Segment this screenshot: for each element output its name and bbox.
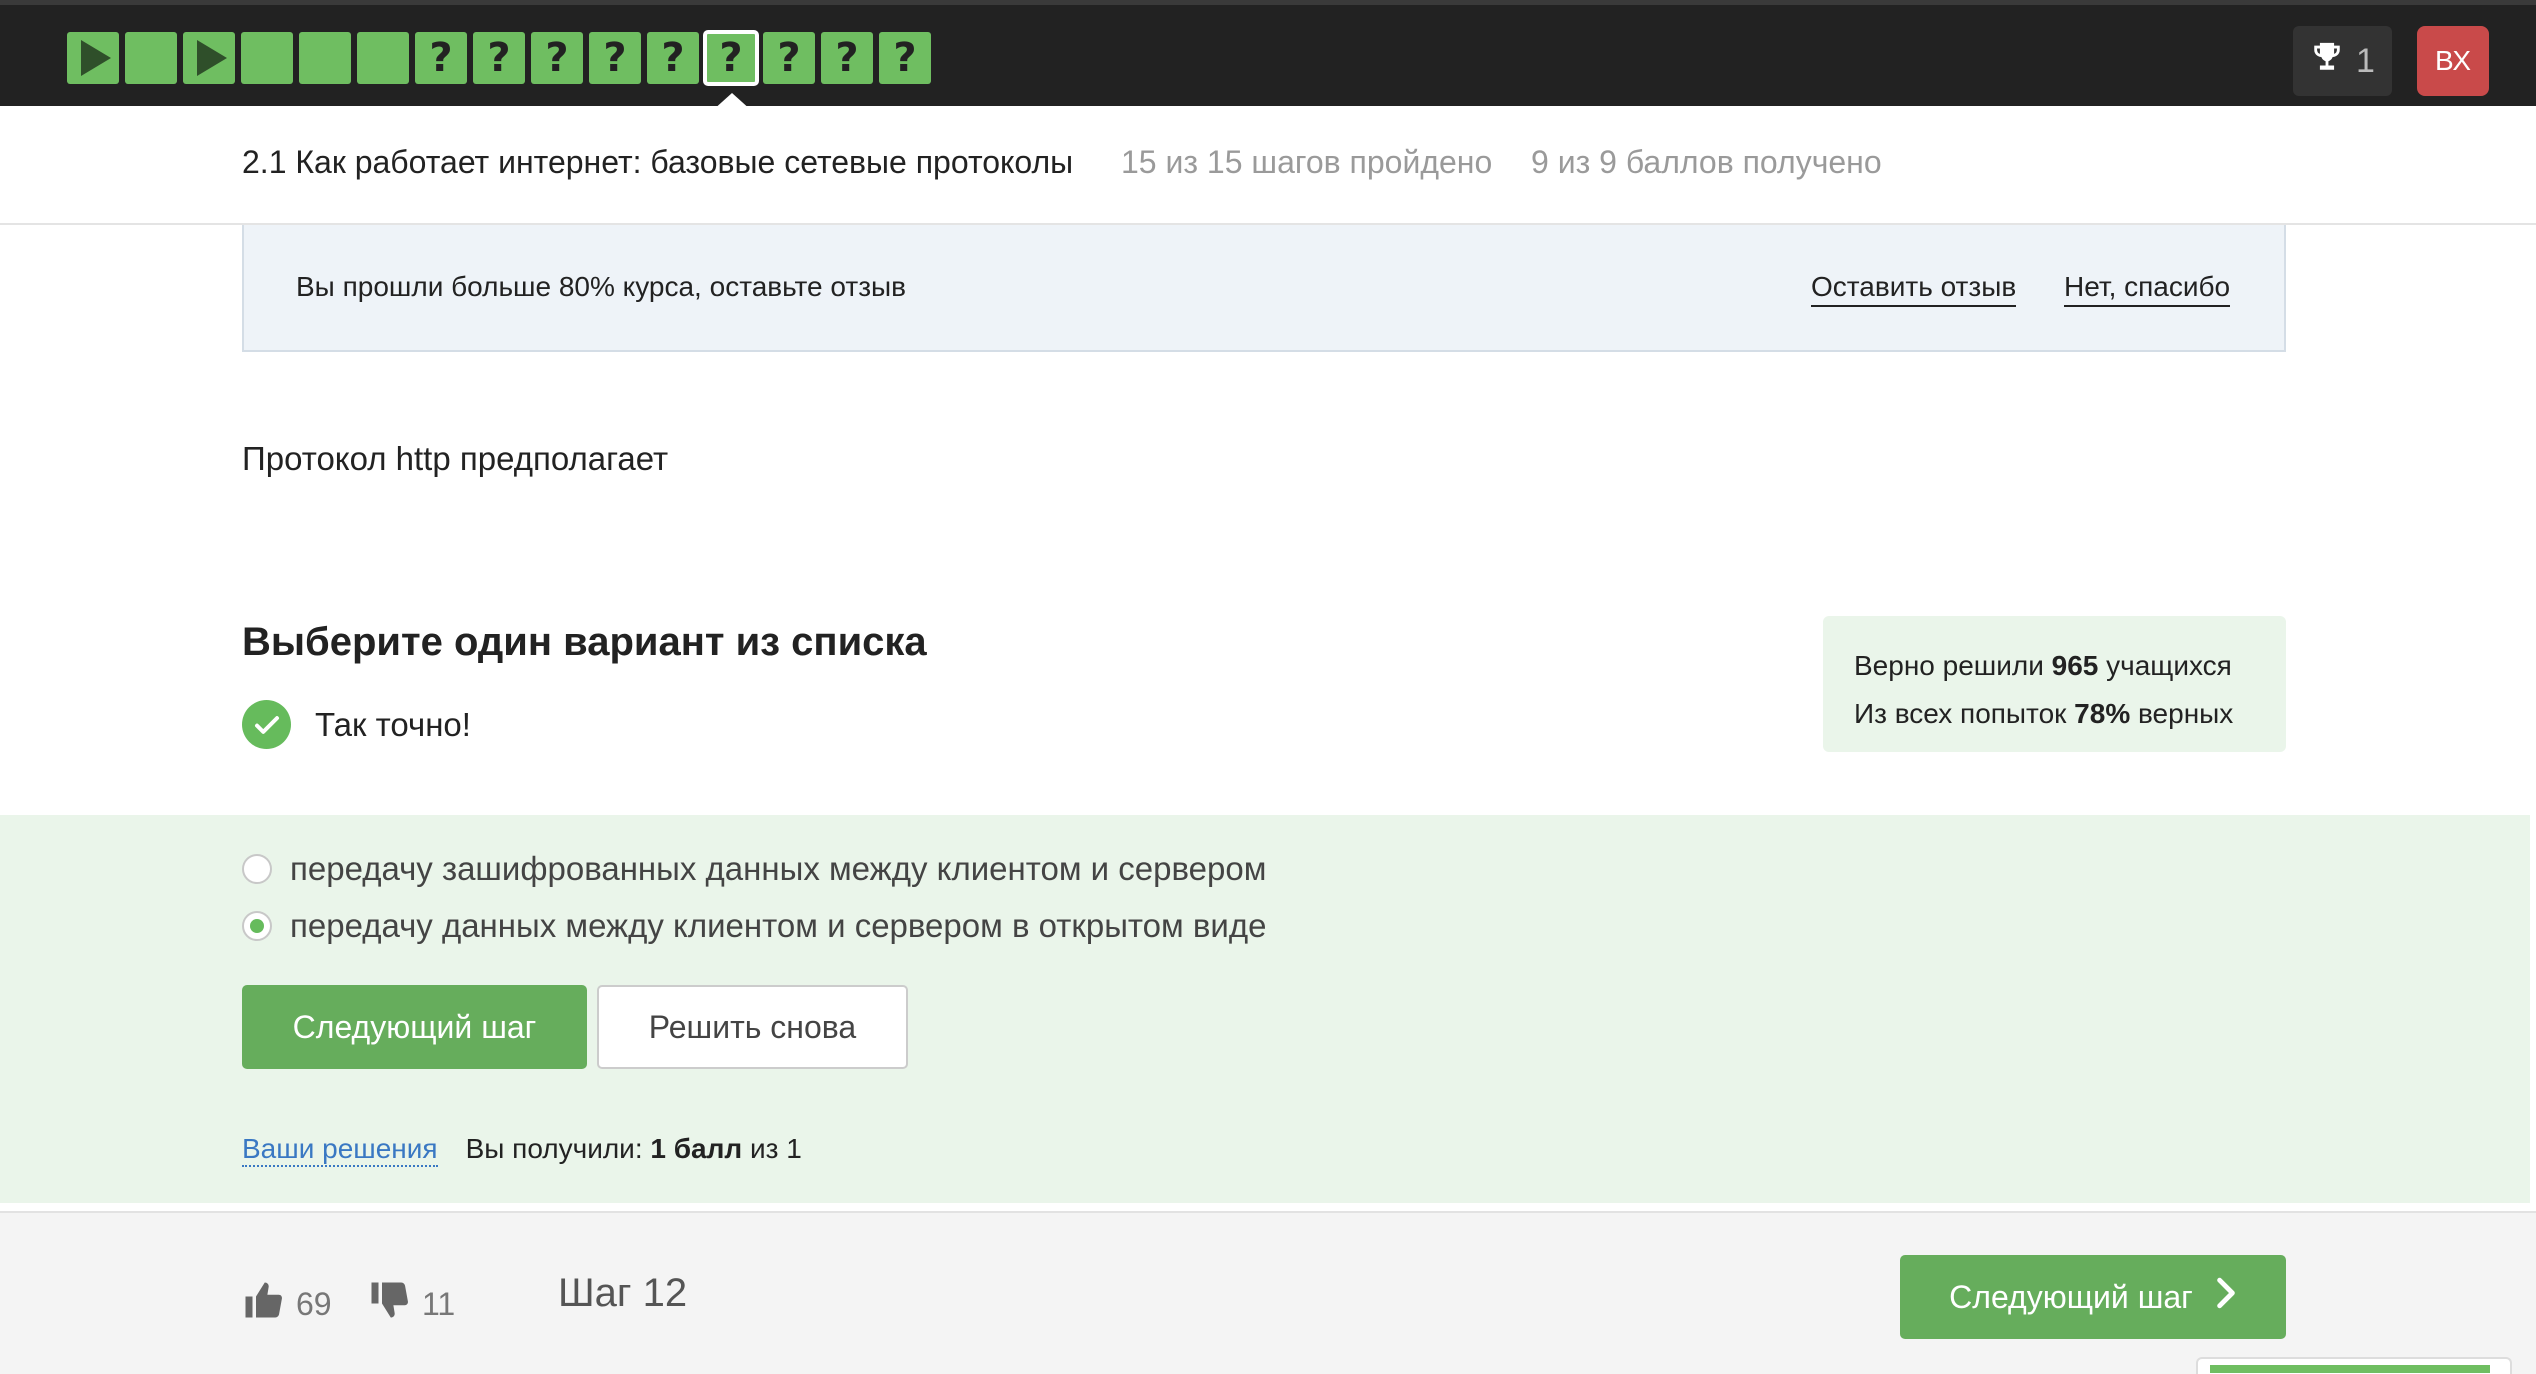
window-thumbnail <box>2196 1357 2512 1374</box>
step-quiz-14[interactable]: ? <box>821 32 873 84</box>
lesson-header: 2.1 Как работает интернет: базовые сетев… <box>0 106 2536 225</box>
step-quiz-15[interactable]: ? <box>879 32 931 84</box>
step-label: Шаг 12 <box>558 1271 688 1315</box>
trophy-icon <box>2310 40 2344 83</box>
footer: 69 11 Шаг 12 Следующий шаг <box>0 1211 2536 1374</box>
step-quiz-7[interactable]: ? <box>415 32 467 84</box>
your-solutions-link[interactable]: Ваши решения <box>242 1133 438 1167</box>
no-thanks-link[interactable]: Нет, спасибо <box>2064 271 2231 307</box>
thumbs-down-icon <box>368 1279 410 1329</box>
attempts-percent: 78% <box>2074 698 2131 729</box>
next-step-button[interactable]: Следующий шаг <box>242 985 587 1069</box>
step-text-4[interactable] <box>241 32 293 84</box>
question-text: Протокол http предполагает <box>242 440 669 477</box>
chevron-right-icon <box>2215 1277 2237 1317</box>
option-label: передачу зашифрованных данных между клие… <box>290 850 1267 887</box>
like-button[interactable]: 69 <box>242 1279 332 1329</box>
lesson-steps-progress: 15 из 15 шагов пройдено <box>1121 144 1493 180</box>
result-row: Ваши решения Вы получили: 1 балл из 1 <box>242 1133 802 1167</box>
result-points: 1 балл <box>650 1133 743 1164</box>
solved-prefix: Верно решили <box>1854 650 2052 681</box>
option-label: передачу данных между клиентом и серверо… <box>290 907 1267 944</box>
footer-next-step-label: Следующий шаг <box>1949 1278 2193 1315</box>
review-banner: Вы прошли больше 80% курса, оставьте отз… <box>242 225 2286 352</box>
avatar[interactable]: ВХ <box>2417 26 2489 96</box>
lesson-title[interactable]: 2.1 Как работает интернет: базовые сетев… <box>242 144 1073 181</box>
play-icon <box>197 40 227 76</box>
step-quiz-13[interactable]: ? <box>763 32 815 84</box>
attempts-suffix: верных <box>2130 698 2234 729</box>
retry-button[interactable]: Решить снова <box>597 985 908 1069</box>
step-text-6[interactable] <box>357 32 409 84</box>
like-count: 69 <box>296 1285 332 1322</box>
step-video-1[interactable] <box>67 32 119 84</box>
solved-count: 965 <box>2051 650 2099 681</box>
play-icon <box>81 40 111 76</box>
dislike-count: 11 <box>422 1285 456 1322</box>
footer-next-step-button[interactable]: Следующий шаг <box>1900 1255 2286 1339</box>
review-banner-text: Вы прошли больше 80% курса, оставьте отз… <box>296 271 907 302</box>
step-quiz-10[interactable]: ? <box>589 32 641 84</box>
check-icon <box>242 700 291 749</box>
attempts-line: Из всех попыток 78% верных <box>1854 690 2255 738</box>
step-quiz-12[interactable]: ? <box>703 30 759 86</box>
step-quiz-8[interactable]: ? <box>473 32 525 84</box>
step-video-3[interactable] <box>183 32 235 84</box>
step-text-2[interactable] <box>125 32 177 84</box>
thumbs-up-icon <box>242 1279 284 1329</box>
solved-suffix: учащихся <box>2098 650 2232 681</box>
feedback-text: Так точно! <box>315 705 471 743</box>
result-suffix: из 1 <box>742 1133 802 1164</box>
radio-button[interactable] <box>242 854 272 884</box>
step-text-5[interactable] <box>299 32 351 84</box>
solve-stats: Верно решили 965 учащихся Из всех попыто… <box>1823 616 2286 752</box>
attempts-prefix: Из всех попыток <box>1854 698 2075 729</box>
step-quiz-9[interactable]: ? <box>531 32 583 84</box>
result-text: Вы получили: 1 балл из 1 <box>466 1133 802 1165</box>
feedback-row: Так точно! <box>242 700 471 749</box>
result-prefix: Вы получили: <box>465 1133 651 1164</box>
lesson-points-progress: 9 из 9 баллов получено <box>1531 144 1882 180</box>
dislike-button[interactable]: 11 <box>368 1279 455 1329</box>
leave-review-link[interactable]: Оставить отзыв <box>1811 271 2017 307</box>
step-navigation: ????????? <box>67 30 931 86</box>
page: ????????? 1 ВХ 2.1 Как работает интернет… <box>0 0 2536 1374</box>
option-plaintext[interactable]: передачу данных между клиентом и серверо… <box>242 907 1266 945</box>
solved-line: Верно решили 965 учащихся <box>1854 642 2255 690</box>
option-encrypted[interactable]: передачу зашифрованных данных между клие… <box>242 850 1266 888</box>
step-quiz-11[interactable]: ? <box>647 32 699 84</box>
top-bar: ????????? 1 ВХ <box>0 0 2536 111</box>
achievements-button[interactable]: 1 <box>2293 26 2392 96</box>
quiz-instruction: Выберите один вариант из списка <box>242 620 927 664</box>
trophy-count: 1 <box>2356 41 2375 80</box>
radio-button-selected[interactable] <box>242 911 272 941</box>
